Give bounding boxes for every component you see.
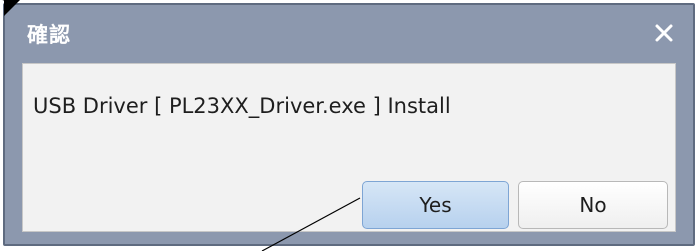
- close-button[interactable]: [649, 18, 679, 48]
- yes-button-label: Yes: [419, 193, 452, 217]
- confirm-dialog: 確認 USB Driver [ PL23XX_Driver.exe ] Inst…: [3, 3, 695, 246]
- dialog-message: USB Driver [ PL23XX_Driver.exe ] Install: [33, 94, 451, 118]
- dialog-titlebar[interactable]: 確認: [5, 5, 693, 63]
- no-button-label: No: [579, 193, 607, 217]
- yes-button[interactable]: Yes: [362, 181, 509, 229]
- screenshot-stage: 確認 USB Driver [ PL23XX_Driver.exe ] Inst…: [0, 0, 700, 251]
- close-icon: [655, 24, 673, 42]
- dialog-title: 確認: [27, 23, 71, 47]
- no-button[interactable]: No: [518, 181, 668, 229]
- dialog-content: USB Driver [ PL23XX_Driver.exe ] Install…: [22, 63, 676, 232]
